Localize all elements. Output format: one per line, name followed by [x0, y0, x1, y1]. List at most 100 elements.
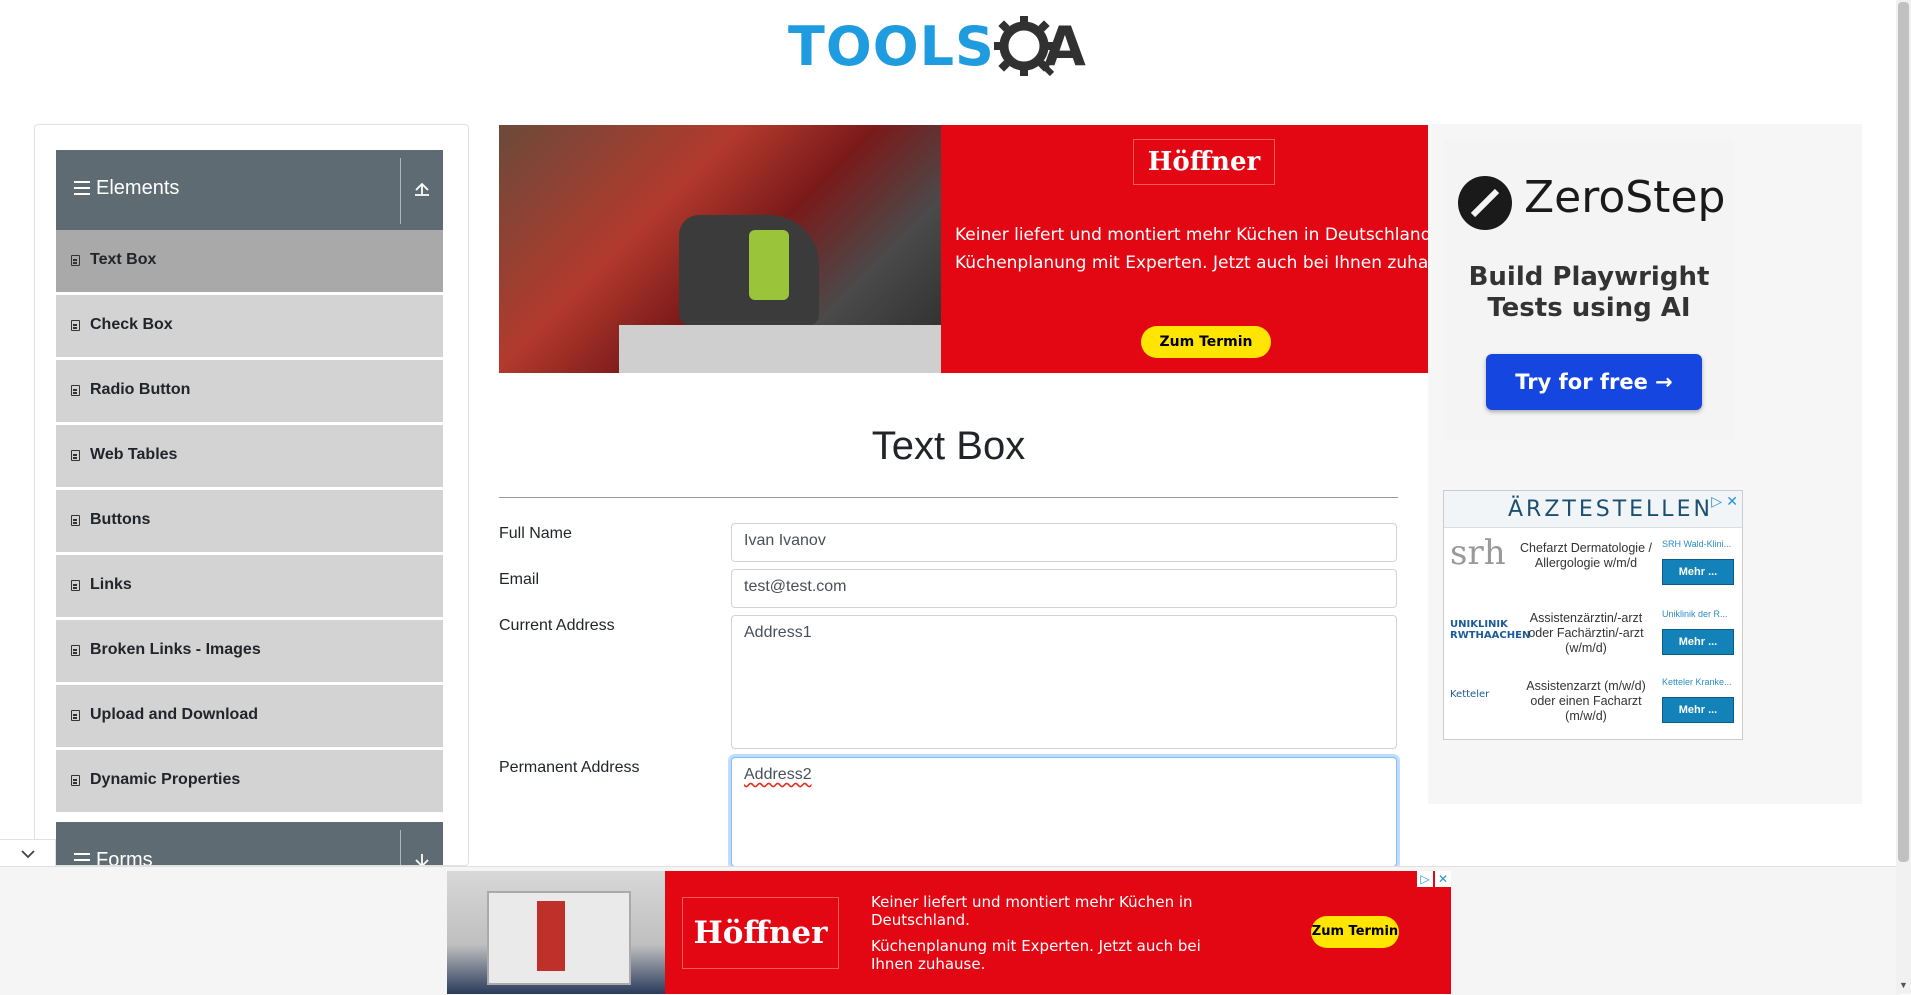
document-icon: [71, 320, 80, 331]
ad-photo-bench: [619, 325, 941, 373]
right-ad-column: ZeroStep Build Playwright Tests using AI…: [1428, 124, 1862, 804]
group-label-elements: Elements: [96, 177, 180, 199]
hoffner-logo: Höffner: [682, 897, 839, 969]
collapse-up-icon[interactable]: [411, 176, 433, 200]
job-employer: SRH Wald-Klini...: [1662, 539, 1732, 549]
sidebar-item-label: Radio Button: [90, 381, 191, 398]
job-more-button[interactable]: Mehr ...: [1662, 697, 1734, 723]
sidebar-item-broken-links[interactable]: Broken Links - Images: [56, 620, 443, 683]
document-icon: [71, 775, 80, 786]
sidebar-item-links[interactable]: Links: [56, 555, 443, 618]
jobs-ad[interactable]: ÄRZTESTELLEN ▷ ✕ srh Chefarzt Dermatolog…: [1443, 490, 1743, 740]
job-employer-logo: srh: [1450, 533, 1506, 573]
permanent-address-label: Permanent Address: [499, 759, 640, 776]
zerostep-ad[interactable]: ZeroStep Build Playwright Tests using AI…: [1444, 140, 1734, 440]
top-banner-ad[interactable]: Höffner Keiner liefert und montiert mehr…: [499, 125, 1428, 373]
collapse-ad-toggle[interactable]: [0, 839, 56, 869]
sidebar-item-buttons[interactable]: Buttons: [56, 490, 443, 553]
sidebar-item-label: Upload and Download: [90, 706, 258, 723]
document-icon: [71, 255, 80, 266]
job-title: Assistenzarzt (m/w/d) oder einen Facharz…: [1526, 679, 1646, 723]
elements-menu-list: Text Box Check Box Radio Button Web Tabl…: [56, 230, 443, 815]
ad-choices-icon[interactable]: ▷: [1711, 493, 1722, 510]
ad-copy-line-1: Keiner liefert und montiert mehr Küchen …: [871, 893, 1193, 929]
full-name-input[interactable]: Ivan Ivanov: [731, 523, 1397, 562]
sidebar: Elements Text Box Check Box Radio Button…: [34, 124, 469, 866]
email-label: Email: [499, 571, 540, 588]
ad-cta-button[interactable]: Zum Termin: [1311, 916, 1399, 948]
close-icon[interactable]: ✕: [1726, 493, 1738, 510]
sidebar-item-label: Links: [90, 576, 132, 593]
scroll-down-arrow-icon[interactable]: ▼: [1899, 980, 1908, 990]
ad-photo-saw-accent: [749, 230, 789, 300]
logo-text-tools: TOOLS: [788, 15, 995, 78]
sidebar-item-label: Dynamic Properties: [90, 771, 241, 788]
email-input[interactable]: test@test.com: [731, 569, 1397, 608]
sidebar-item-radio-button[interactable]: Radio Button: [56, 360, 443, 423]
ad-photo: [447, 871, 665, 994]
current-address-textarea[interactable]: Address1: [731, 615, 1397, 749]
job-title: Assistenzärztin/-arzt oder Fachärztin/-a…: [1528, 611, 1644, 655]
document-icon: [71, 710, 80, 721]
job-more-button[interactable]: Mehr ...: [1662, 559, 1734, 585]
job-title: Chefarzt Dermatologie / Allergologie w/m…: [1519, 541, 1652, 570]
sidebar-item-label: Buttons: [90, 511, 151, 528]
full-name-label: Full Name: [499, 525, 572, 542]
sidebar-item-label: Broken Links - Images: [90, 641, 261, 658]
current-address-label: Current Address: [499, 617, 615, 634]
toolsqa-logo[interactable]: TOOLS A: [788, 14, 1112, 94]
scroll-thumb[interactable]: [1898, 2, 1909, 862]
group-divider: [400, 830, 401, 865]
jobs-ad-header: ÄRZTESTELLEN ▷ ✕: [1444, 491, 1742, 528]
chevron-down-icon: [20, 850, 35, 859]
page-scrollbar[interactable]: ▲ ▼: [1896, 0, 1911, 994]
sidebar-item-label: Web Tables: [90, 446, 178, 463]
sidebar-item-text-box[interactable]: Text Box: [56, 230, 443, 293]
permanent-address-textarea[interactable]: Address2: [731, 757, 1397, 867]
group-label-forms: Forms: [96, 849, 153, 866]
document-icon: [71, 645, 80, 656]
zerostep-tagline: Build Playwright Tests using AI: [1444, 262, 1734, 324]
ad-copy: Keiner liefert und montiert mehr Küchen …: [871, 893, 1231, 981]
try-for-free-button[interactable]: Try for free →: [1486, 354, 1702, 410]
ad-copy: Keiner liefert und montiert mehr Küchen …: [955, 221, 1428, 277]
zerostep-brand: ZeroStep: [1524, 172, 1726, 223]
sidebar-item-dynamic-properties[interactable]: Dynamic Properties: [56, 750, 443, 813]
ad-choices-icon[interactable]: ▷: [1417, 871, 1433, 887]
zerostep-logo-icon: [1458, 176, 1512, 230]
group-divider: [400, 158, 401, 224]
permanent-address-value: Address2: [744, 766, 812, 783]
job-employer-logo: UNIKLINIK RWTHAACHEN: [1450, 619, 1531, 641]
job-employer: Ketteler Kranke...: [1662, 677, 1732, 687]
title-divider: [499, 497, 1398, 498]
hamburger-icon: [74, 181, 90, 195]
job-employer: Uniklinik der R...: [1662, 609, 1728, 619]
hoffner-logo: Höffner: [1133, 139, 1275, 185]
ad-copy-line-2: Küchenplanung mit Experten. Jetzt auch b…: [955, 253, 1428, 273]
document-icon: [74, 853, 90, 865]
job-more-button[interactable]: Mehr ...: [1662, 629, 1734, 655]
sidebar-item-check-box[interactable]: Check Box: [56, 295, 443, 358]
job-row[interactable]: UNIKLINIK RWTHAACHEN Assistenzärztin/-ar…: [1444, 599, 1742, 667]
job-employer-logo: Ketteler: [1450, 689, 1490, 700]
zerostep-tagline-1: Build Playwright: [1468, 262, 1710, 292]
ad-cta-button[interactable]: Zum Termin: [1141, 326, 1271, 358]
close-icon[interactable]: ✕: [1435, 871, 1451, 887]
document-icon: [71, 580, 80, 591]
document-icon: [71, 385, 80, 396]
document-icon: [71, 515, 80, 526]
expand-down-icon[interactable]: [411, 848, 433, 866]
sidebar-item-upload-download[interactable]: Upload and Download: [56, 685, 443, 748]
ad-photo-worker: [537, 901, 565, 971]
ad-photo: [499, 125, 941, 373]
bottom-banner-ad[interactable]: Höffner Keiner liefert und montiert mehr…: [447, 871, 1451, 994]
group-header-forms[interactable]: Forms: [56, 822, 443, 866]
sidebar-item-label: Text Box: [90, 251, 157, 268]
job-row[interactable]: Ketteler Assistenzarzt (m/w/d) oder eine…: [1444, 667, 1742, 735]
page-title: Text Box: [871, 424, 1026, 468]
ad-copy-line-2: Küchenplanung mit Experten. Jetzt auch b…: [871, 937, 1201, 973]
group-header-elements[interactable]: Elements: [56, 150, 443, 230]
logo-text-a: A: [1044, 15, 1086, 78]
sidebar-item-web-tables[interactable]: Web Tables: [56, 425, 443, 488]
job-row[interactable]: srh Chefarzt Dermatologie / Allergologie…: [1444, 529, 1742, 597]
